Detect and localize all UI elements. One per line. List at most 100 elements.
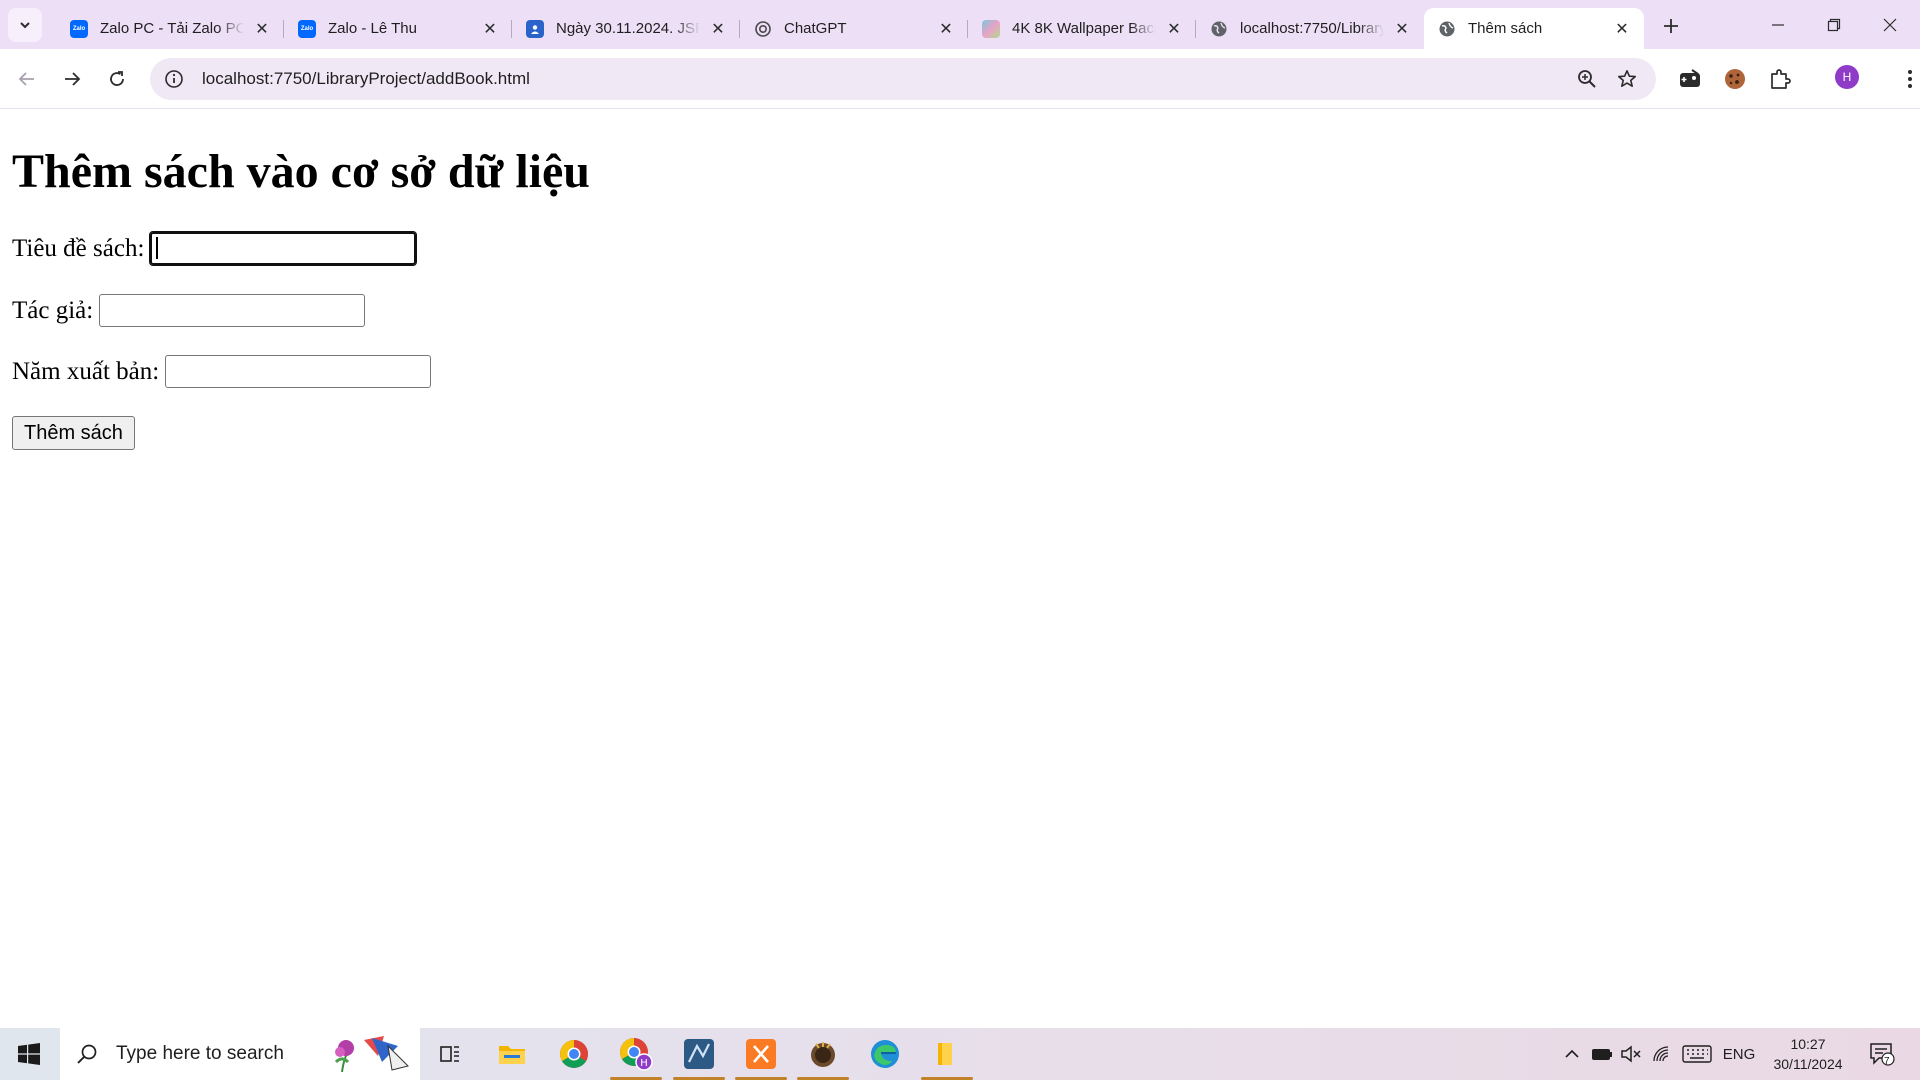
close-icon[interactable]: ✕ xyxy=(708,19,728,39)
chevron-up-icon xyxy=(1565,1049,1579,1058)
close-icon[interactable]: ✕ xyxy=(1164,19,1184,39)
globe-icon xyxy=(1210,20,1228,38)
chrome-profile-button[interactable]: H xyxy=(606,1028,666,1080)
chatgpt-icon xyxy=(754,20,772,38)
wifi-icon xyxy=(1653,1046,1669,1062)
battery-icon xyxy=(1592,1049,1612,1060)
network-button[interactable] xyxy=(1648,1028,1676,1080)
browser-tab[interactable]: Zalo Zalo PC - Tải Zalo PC ✕ xyxy=(56,8,284,49)
profile-avatar[interactable]: H xyxy=(1835,65,1859,89)
close-icon xyxy=(1883,18,1897,31)
restore-button[interactable] xyxy=(1806,0,1862,49)
tab-title: localhost:7750/LibraryProject xyxy=(1240,20,1384,37)
sql-developer-icon xyxy=(684,1039,714,1069)
new-tab-button[interactable] xyxy=(1656,11,1686,41)
cookie-icon[interactable] xyxy=(1717,61,1753,97)
page-content: Thêm sách vào cơ sở dữ liệu Tiêu đề sách… xyxy=(0,110,1920,1028)
chrome-profile-icon: H xyxy=(620,1038,653,1071)
bookmark-star-icon[interactable] xyxy=(1616,68,1638,90)
volume-button[interactable] xyxy=(1618,1028,1644,1080)
tab-title: Zalo - Lê Thu xyxy=(328,20,417,37)
search-highlight-illustration-icon xyxy=(334,1036,409,1073)
notification-icon xyxy=(1870,1043,1895,1066)
windows-logo-icon xyxy=(18,1043,40,1065)
clock-time: 10:27 xyxy=(1790,1036,1826,1052)
close-icon[interactable]: ✕ xyxy=(480,19,500,39)
folder-button[interactable] xyxy=(917,1028,977,1080)
show-hidden-icons-button[interactable] xyxy=(1560,1028,1584,1080)
contact-card-icon xyxy=(526,19,544,38)
tab-title: ChatGPT xyxy=(784,20,847,37)
keyboard-icon xyxy=(1682,1045,1712,1063)
language-indicator[interactable]: ENG xyxy=(1718,1028,1760,1080)
title-input[interactable] xyxy=(149,231,418,266)
browser-tab[interactable]: localhost:7750/LibraryProject ✕ xyxy=(1195,8,1424,49)
browser-tab[interactable]: ChatGPT ✕ xyxy=(739,8,968,49)
more-menu-icon[interactable] xyxy=(1892,61,1920,97)
edge-button[interactable] xyxy=(855,1028,915,1080)
tab-search-button[interactable] xyxy=(8,7,42,42)
year-input[interactable] xyxy=(165,355,432,388)
author-label: Tác giả: xyxy=(12,296,94,324)
chrome-button[interactable] xyxy=(544,1028,604,1080)
notification-count: 7 xyxy=(1884,1056,1890,1067)
zalo-icon: Zalo xyxy=(70,19,88,38)
year-label: Năm xuất bản: xyxy=(12,357,160,385)
plus-icon xyxy=(1664,18,1678,33)
minimize-icon xyxy=(1772,23,1784,26)
zalo-icon: Zalo xyxy=(298,19,316,38)
arrow-left-icon xyxy=(18,72,34,86)
start-button[interactable] xyxy=(0,1028,58,1080)
chrome-icon xyxy=(560,1040,588,1068)
reload-button[interactable] xyxy=(100,62,134,96)
sql-developer-button[interactable] xyxy=(669,1028,729,1080)
task-view-icon xyxy=(440,1046,459,1062)
tab-title: Ngày 30.11.2024. JSP xyxy=(556,20,700,37)
add-book-button[interactable]: Thêm sách xyxy=(12,416,135,450)
task-view-button[interactable] xyxy=(420,1028,480,1080)
taskbar-search[interactable]: Type here to search xyxy=(60,1028,420,1080)
back-button[interactable] xyxy=(10,62,44,96)
battery-button[interactable] xyxy=(1588,1028,1616,1080)
xampp-button[interactable] xyxy=(731,1028,791,1080)
close-icon[interactable]: ✕ xyxy=(936,19,956,39)
xampp-icon xyxy=(746,1039,776,1069)
browser-tab[interactable]: 4K 8K Wallpaper Background ✕ xyxy=(967,8,1196,49)
browser-tab[interactable]: Ngày 30.11.2024. JSP ✕ xyxy=(511,8,740,49)
clock[interactable]: 10:27 30/11/2024 xyxy=(1758,1034,1858,1074)
file-explorer-icon xyxy=(499,1046,525,1064)
minimize-button[interactable] xyxy=(1750,0,1806,49)
close-icon[interactable]: ✕ xyxy=(1392,19,1412,39)
keyboard-button[interactable] xyxy=(1680,1028,1714,1080)
search-placeholder: Type here to search xyxy=(116,1043,284,1064)
wallpaper-icon xyxy=(982,19,1000,38)
extension-game-icon[interactable] xyxy=(1672,61,1708,97)
svg-text:H: H xyxy=(640,1058,648,1069)
restore-icon xyxy=(1827,18,1841,31)
tab-strip: Zalo Zalo PC - Tải Zalo PC ✕ Zalo Zalo -… xyxy=(0,0,1920,49)
tab-title: 4K 8K Wallpaper Background xyxy=(1012,20,1156,37)
browser-tab-active[interactable]: Thêm sách ✕ xyxy=(1424,8,1644,49)
author-input[interactable] xyxy=(99,294,366,327)
extensions-puzzle-icon[interactable] xyxy=(1762,61,1798,97)
address-bar[interactable]: localhost:7750/LibraryProject/addBook.ht… xyxy=(150,58,1656,100)
java-icon xyxy=(811,1042,835,1067)
folder-icon xyxy=(938,1043,952,1065)
edge-icon xyxy=(871,1040,899,1068)
close-window-button[interactable] xyxy=(1862,0,1918,49)
page-heading: Thêm sách vào cơ sở dữ liệu xyxy=(12,145,590,198)
forward-button[interactable] xyxy=(55,62,89,96)
text-caret xyxy=(156,237,159,259)
clock-date: 30/11/2024 xyxy=(1773,1056,1843,1072)
java-app-button[interactable] xyxy=(793,1028,853,1080)
notifications-button[interactable]: 7 xyxy=(1862,1028,1902,1080)
close-icon[interactable]: ✕ xyxy=(252,19,272,39)
browser-tab[interactable]: Zalo Zalo - Lê Thu ✕ xyxy=(283,8,512,49)
zoom-icon[interactable] xyxy=(1576,68,1598,90)
browser-toolbar: localhost:7750/LibraryProject/addBook.ht… xyxy=(0,49,1920,109)
file-explorer-button[interactable] xyxy=(482,1028,542,1080)
site-info-icon[interactable] xyxy=(163,68,185,90)
close-icon[interactable]: ✕ xyxy=(1612,19,1632,39)
chevron-down-icon xyxy=(20,21,30,28)
title-input-wrapper xyxy=(149,231,418,266)
